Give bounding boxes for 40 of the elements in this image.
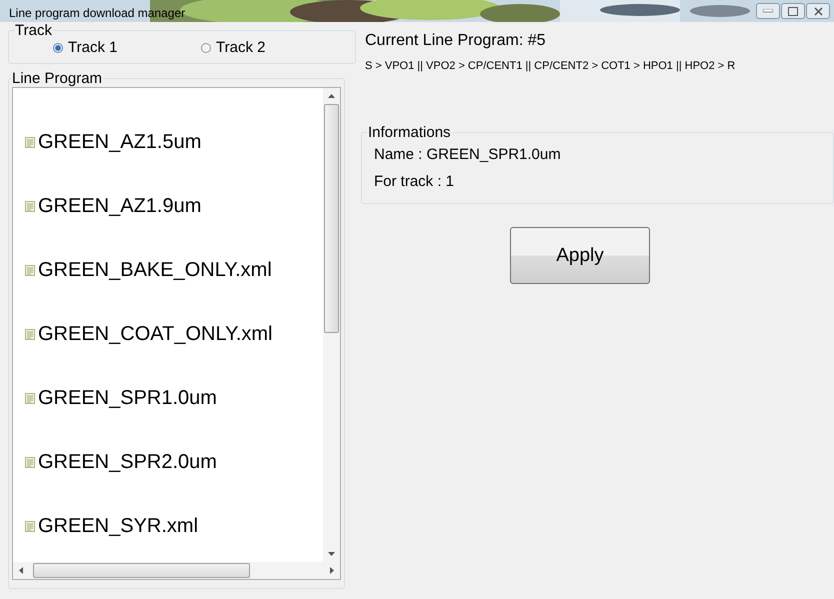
group-label: Line Program xyxy=(11,70,104,87)
file-icon xyxy=(25,520,35,532)
file-list-item[interactable]: GREEN_COAT_ONLY.xml xyxy=(13,302,323,366)
apply-button[interactable]: Apply xyxy=(510,227,650,284)
file-icon xyxy=(25,264,35,276)
group-label: Informations xyxy=(367,124,452,141)
scroll-up-icon xyxy=(328,94,335,98)
scroll-right-icon xyxy=(330,567,334,574)
info-text: For track : 1 xyxy=(374,172,456,192)
info-text: Name : GREEN_SPR1.0um xyxy=(374,145,562,165)
maximize-button[interactable] xyxy=(781,3,805,19)
minimize-button[interactable] xyxy=(756,3,780,19)
radio-label: Track 1 xyxy=(68,39,118,56)
group-label: Track xyxy=(14,22,53,39)
radio-button[interactable] xyxy=(53,42,63,52)
program-route: S > VPO1 || VPO2 > CP/CENT1 || CP/CENT2 > COT1 > HPO1 || HPO2 > R xyxy=(365,60,736,72)
file-icon xyxy=(25,136,35,148)
file-icon xyxy=(25,456,35,468)
file-icon xyxy=(25,328,35,340)
radio-option[interactable]: Track 1 xyxy=(53,39,201,56)
radio-label: Track 2 xyxy=(216,39,266,56)
maximize-icon xyxy=(788,6,798,16)
close-icon xyxy=(814,6,822,16)
horizontal-scrollbar[interactable] xyxy=(13,562,340,579)
file-list-item[interactable]: GREEN_BAKE_ONLY.xml xyxy=(13,238,323,302)
minimize-icon xyxy=(763,9,773,13)
file-list-item[interactable]: GREEN_AZ1.9um xyxy=(13,174,323,238)
file-list-item[interactable]: GREEN_AZ1.5um xyxy=(13,110,323,174)
radio-option[interactable]: Track 2 xyxy=(201,39,349,56)
close-button[interactable] xyxy=(806,3,830,19)
file-icon xyxy=(25,200,35,212)
file-list-item[interactable]: GREEN_SPR1.0um xyxy=(13,366,323,430)
radio-button[interactable] xyxy=(201,42,211,52)
file-list-item[interactable]: GREEN_SPR2.0um xyxy=(13,430,323,494)
scroll-left-icon xyxy=(19,567,23,574)
scroll-down-icon xyxy=(328,552,335,556)
file-icon xyxy=(25,392,35,404)
file-list-item[interactable]: GREEN_SYR.xml xyxy=(13,494,323,558)
current-program-title: Current Line Program: #5 xyxy=(365,32,547,50)
vertical-scrollbar[interactable] xyxy=(323,88,340,562)
